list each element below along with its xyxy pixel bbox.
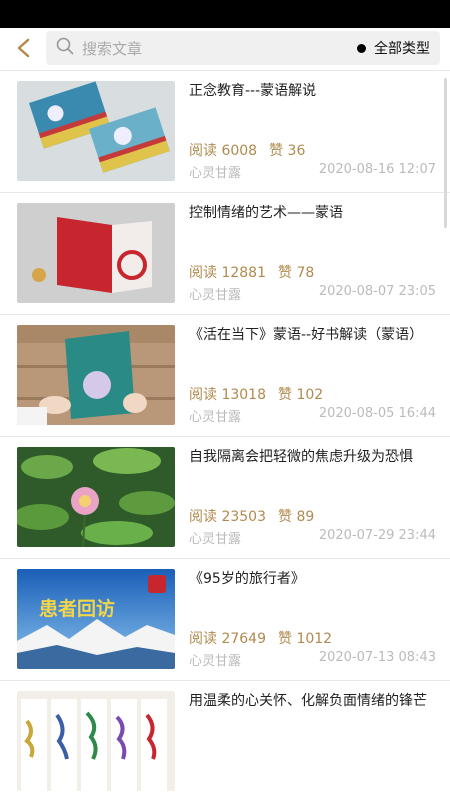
publish-date: 2020-07-29 23:44	[318, 528, 436, 543]
author: 心灵甘露	[189, 532, 242, 547]
read-count: 阅读 6008	[189, 143, 258, 159]
publish-date: 2020-08-05 16:44	[318, 406, 436, 421]
article-thumbnail	[17, 691, 175, 791]
filter-dot-icon	[357, 43, 366, 53]
article-thumbnail	[17, 203, 175, 303]
top-bar: 搜索文章 全部类型	[0, 28, 450, 68]
article-thumbnail	[17, 325, 175, 425]
article-thumbnail	[17, 81, 175, 181]
list-item[interactable]: 《活在当下》蒙语--好书解读（蒙语） 阅读 13018 赞 102 心灵甘露 202…	[0, 314, 450, 436]
status-bar	[0, 0, 450, 28]
like-count: 赞 1012	[278, 631, 333, 647]
list-item[interactable]: 用温柔的心关怀、化解负面情绪的锋芒	[0, 680, 450, 802]
author: 心灵甘露	[189, 288, 242, 303]
search-bar[interactable]: 搜索文章 全部类型	[46, 31, 440, 65]
search-icon	[56, 37, 74, 59]
article-title: 《95岁的旅行者》	[189, 571, 305, 587]
read-count: 阅读 12881	[189, 265, 266, 281]
article-thumbnail: 患者回访	[17, 569, 175, 669]
author: 心灵甘露	[189, 654, 242, 669]
scrollbar[interactable]	[444, 78, 447, 228]
read-count: 阅读 13018	[189, 387, 266, 403]
search-input[interactable]: 搜索文章	[82, 38, 349, 59]
category-filter[interactable]: 全部类型	[357, 38, 430, 58]
like-count: 赞 102	[278, 387, 324, 403]
author: 心灵甘露	[189, 166, 242, 181]
list-item[interactable]: 患者回访 《95岁的旅行者》 阅读 27649 赞 1012 心灵甘露 2020-0…	[0, 558, 450, 680]
article-title: 《活在当下》蒙语--好书解读（蒙语）	[189, 327, 424, 343]
article-title: 控制情绪的艺术——蒙语	[189, 205, 343, 221]
article-thumbnail	[17, 447, 175, 547]
publish-date: 2020-07-13 08:43	[318, 650, 436, 665]
read-count: 阅读 27649	[189, 631, 266, 647]
back-arrow-icon[interactable]	[10, 35, 36, 61]
like-count: 赞 36	[269, 143, 306, 159]
publish-date: 2020-08-07 23:05	[318, 284, 436, 299]
article-title: 自我隔离会把轻微的焦虑升级为恐惧	[189, 449, 413, 465]
article-title: 正念教育---蒙语解说	[189, 83, 317, 99]
list-item[interactable]: 正念教育---蒙语解说 阅读 6008 赞 36 心灵甘露 2020-08-16 1…	[0, 70, 450, 192]
publish-date: 2020-08-16 12:07	[318, 162, 436, 177]
filter-label: 全部类型	[374, 41, 430, 57]
like-count: 赞 89	[278, 509, 315, 525]
thumbnail-banner-text: 患者回访	[39, 597, 115, 620]
like-count: 赞 78	[278, 265, 315, 281]
article-list: 正念教育---蒙语解说 阅读 6008 赞 36 心灵甘露 2020-08-16 1…	[0, 70, 450, 802]
list-item[interactable]: 控制情绪的艺术——蒙语 阅读 12881 赞 78 心灵甘露 2020-08-07 …	[0, 192, 450, 314]
author: 心灵甘露	[189, 410, 242, 425]
article-title: 用温柔的心关怀、化解负面情绪的锋芒	[189, 693, 427, 709]
list-item[interactable]: 自我隔离会把轻微的焦虑升级为恐惧 阅读 23503 赞 89 心灵甘露 2020-0…	[0, 436, 450, 558]
read-count: 阅读 23503	[189, 509, 266, 525]
